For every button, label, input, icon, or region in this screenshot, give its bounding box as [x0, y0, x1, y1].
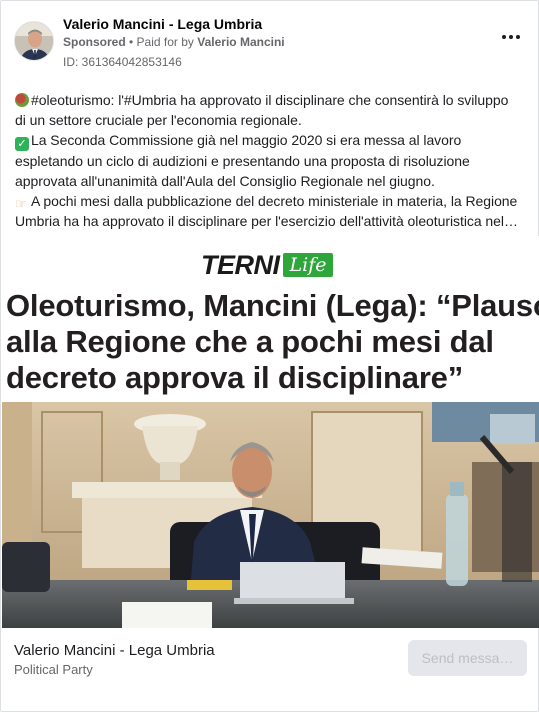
paid-for-prefix: • Paid for by — [129, 35, 194, 49]
post-line: Umbria ha ha approvato il disciplinare p… — [15, 213, 518, 229]
logo-accent-text: Life — [282, 253, 334, 277]
ad-id: ID: 361364042853146 — [63, 55, 182, 69]
headline-line: Oleoturismo, Mancini (Lega): “Plauso — [6, 288, 539, 323]
post-line: ✓ La Seconda Commissione già nel maggio 2… — [15, 130, 527, 151]
payer-name: Valerio Mancini — [197, 35, 285, 49]
post-line: di un settore cruciale per l'economia re… — [15, 112, 302, 128]
more-options-icon[interactable] — [500, 29, 522, 45]
post-line: ☞ A pochi mesi dalla pubblicazione del de… — [15, 191, 527, 211]
ad-image[interactable]: TERNI Life Oleoturismo, Mancini (Lega): … — [2, 236, 539, 628]
sponsored-label: Sponsored — [63, 35, 126, 49]
article-headline: Oleoturismo, Mancini (Lega): “Plauso all… — [6, 288, 539, 396]
page-name[interactable]: Valerio Mancini - Lega Umbria — [63, 16, 262, 32]
post-line-text: #oleoturismo: l'#Umbria ha approvato il … — [31, 92, 509, 108]
footer-page-name[interactable]: Valerio Mancini - Lega Umbria — [14, 642, 215, 659]
post-text: #oleoturismo: l'#Umbria ha approvato il … — [15, 90, 527, 231]
apple-emoji-icon — [15, 93, 29, 107]
terni-life-logo: TERNI Life — [201, 247, 334, 283]
post-line-text: A pochi mesi dalla pubblicazione del dec… — [31, 193, 518, 209]
post-header: Valerio Mancini - Lega Umbria Sponsored … — [14, 15, 526, 71]
check-mark-emoji-icon: ✓ — [15, 137, 29, 151]
office-photo — [2, 402, 539, 628]
post-line: approvata all'unanimità dall'Aula del Co… — [15, 173, 435, 189]
post-line: espletando un ciclo di audizioni e prese… — [15, 153, 470, 169]
sponsored-line: Sponsored • Paid for by Valerio Mancini — [63, 35, 285, 49]
post-line-text: La Seconda Commissione già nel maggio 20… — [31, 132, 462, 148]
headline-line: decreto approva il disciplinare” — [6, 360, 464, 395]
pointing-hand-emoji-icon: ☞ — [15, 196, 27, 211]
post-line: #oleoturismo: l'#Umbria ha approvato il … — [15, 90, 527, 110]
send-message-button[interactable]: Send messa… — [408, 640, 527, 676]
footer-page-category: Political Party — [14, 662, 93, 677]
logo-main-text: TERNI — [201, 249, 280, 280]
headline-line: alla Regione che a pochi mesi dal — [6, 324, 494, 359]
ad-card: Valerio Mancini - Lega Umbria Sponsored … — [0, 0, 539, 712]
page-avatar[interactable] — [14, 21, 54, 61]
